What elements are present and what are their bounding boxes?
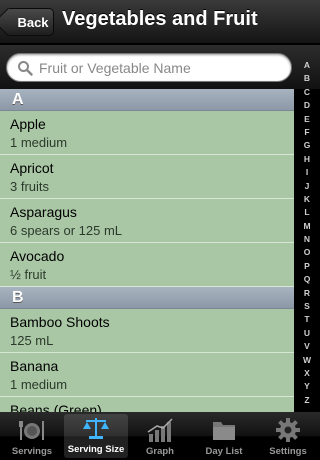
tab-label: Serving Size bbox=[67, 444, 125, 455]
index-letter-m[interactable]: M bbox=[303, 220, 310, 233]
page-title: Vegetables and Fruit bbox=[62, 8, 258, 30]
scale-icon bbox=[83, 418, 109, 439]
tab-serving-size[interactable]: Serving Size bbox=[64, 414, 128, 458]
tab-label: Servings bbox=[11, 446, 53, 457]
index-letter-t[interactable]: T bbox=[304, 313, 309, 326]
item-name: Beans (Green) bbox=[10, 402, 102, 412]
index-letter-g[interactable]: G bbox=[304, 139, 311, 152]
back-button[interactable]: Back bbox=[0, 7, 54, 37]
item-serving: 125 mL bbox=[10, 333, 54, 348]
tab-bar: Servings Serving Size Graph Day List Set… bbox=[0, 412, 320, 460]
tab-servings[interactable]: Servings bbox=[0, 412, 64, 460]
index-letter-y[interactable]: Y bbox=[304, 380, 310, 393]
list-item[interactable]: Banana 1 medium bbox=[0, 353, 294, 397]
index-letter-v[interactable]: V bbox=[304, 340, 310, 353]
item-serving: 3 fruits bbox=[10, 179, 50, 194]
index-letter-e[interactable]: E bbox=[304, 113, 310, 126]
item-serving: 1 medium bbox=[10, 377, 68, 392]
index-letters: ABCDEFGHIJKLMNOPQRSTUVWXYZ bbox=[303, 59, 311, 407]
item-serving: ½ fruit bbox=[10, 267, 47, 282]
index-letter-n[interactable]: N bbox=[304, 233, 310, 246]
gear-icon bbox=[276, 418, 300, 442]
search-input[interactable] bbox=[39, 59, 289, 76]
index-letter-w[interactable]: W bbox=[303, 354, 311, 367]
item-serving: 1 medium bbox=[10, 135, 68, 150]
list-item[interactable]: Avocado ½ fruit bbox=[0, 243, 294, 287]
list-item[interactable]: Apple 1 medium bbox=[0, 111, 294, 155]
index-letter-r[interactable]: R bbox=[304, 287, 310, 300]
plate-cutlery-icon bbox=[19, 421, 44, 440]
tab-label: Settings bbox=[269, 446, 307, 457]
index-letter-c[interactable]: C bbox=[304, 86, 310, 99]
search-icon bbox=[18, 60, 33, 76]
item-name: Bamboo Shoots bbox=[10, 314, 110, 330]
tab-day-list[interactable]: Day List bbox=[192, 412, 256, 460]
index-letter-q[interactable]: Q bbox=[304, 273, 311, 286]
index-letter-f[interactable]: F bbox=[304, 126, 309, 139]
list-item[interactable]: Asparagus 6 spears or 125 mL bbox=[0, 199, 294, 243]
item-name: Apple bbox=[10, 116, 46, 132]
index-letter-i[interactable]: I bbox=[306, 166, 308, 179]
tab-settings[interactable]: Settings bbox=[256, 412, 320, 460]
section-header-a: A bbox=[0, 89, 294, 111]
tab-label: Day List bbox=[205, 446, 243, 457]
index-letter-j[interactable]: J bbox=[305, 180, 310, 193]
back-button-label: Back bbox=[17, 14, 49, 30]
index-letter-s[interactable]: S bbox=[304, 300, 310, 313]
index-letter-a[interactable]: A bbox=[304, 59, 310, 72]
index-letter-x[interactable]: X bbox=[304, 367, 310, 380]
item-name: Apricot bbox=[10, 160, 54, 176]
index-letter-b[interactable]: B bbox=[304, 72, 310, 85]
index-letter-z[interactable]: Z bbox=[304, 394, 309, 407]
section-index[interactable]: ABCDEFGHIJKLMNOPQRSTUVWXYZ bbox=[294, 54, 320, 405]
bar-graph-icon bbox=[147, 418, 173, 442]
item-name: Avocado bbox=[10, 248, 65, 264]
search-bar bbox=[0, 45, 320, 89]
list-item[interactable]: Apricot 3 fruits bbox=[0, 155, 294, 199]
navigation-bar: Back Vegetables and Fruit bbox=[0, 0, 320, 44]
search-field[interactable] bbox=[6, 53, 292, 82]
index-letter-p[interactable]: P bbox=[304, 260, 310, 273]
food-list: A Apple 1 medium Apricot 3 fruits Aspara… bbox=[0, 89, 294, 412]
tab-graph[interactable]: Graph bbox=[128, 412, 192, 460]
item-name: Banana bbox=[10, 358, 59, 374]
index-letter-l[interactable]: L bbox=[304, 206, 309, 219]
folder-icon bbox=[213, 422, 235, 440]
index-letter-o[interactable]: O bbox=[304, 246, 311, 259]
section-header-b: B bbox=[0, 287, 294, 309]
item-name: Asparagus bbox=[10, 204, 77, 220]
index-letter-u[interactable]: U bbox=[304, 327, 310, 340]
list-item[interactable]: Bamboo Shoots 125 mL bbox=[0, 309, 294, 353]
index-letter-h[interactable]: H bbox=[304, 153, 310, 166]
tab-label: Graph bbox=[146, 446, 174, 457]
list-item[interactable]: Beans (Green) bbox=[0, 397, 294, 412]
index-letter-k[interactable]: K bbox=[304, 193, 310, 206]
index-letter-d[interactable]: D bbox=[304, 99, 310, 112]
item-serving: 6 spears or 125 mL bbox=[10, 223, 123, 238]
